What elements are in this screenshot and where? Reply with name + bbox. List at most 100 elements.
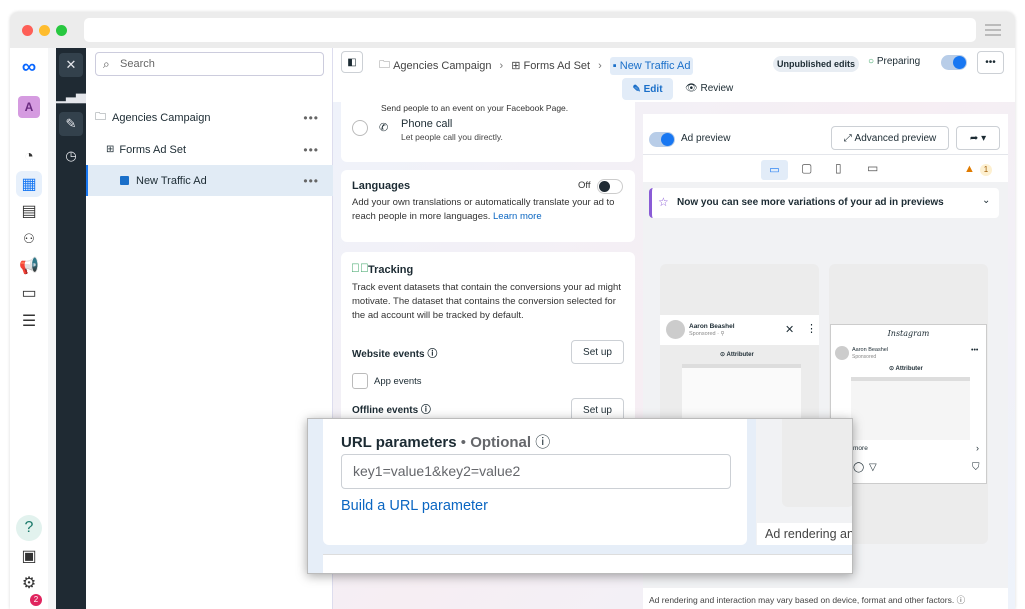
languages-toggle[interactable] bbox=[597, 179, 623, 194]
more-options-icon[interactable]: ••• bbox=[971, 347, 978, 354]
instagram-logo: Instagram bbox=[887, 329, 930, 338]
breadcrumb-ad-label: New Traffic Ad bbox=[619, 59, 691, 72]
ad-creative-image bbox=[851, 377, 970, 440]
pages-icon[interactable]: ▤ bbox=[16, 198, 42, 224]
event-option-desc: Send people to an event on your Facebook… bbox=[381, 103, 569, 113]
breadcrumb-ad[interactable]: ▪ New Traffic Ad bbox=[609, 56, 694, 75]
billing-icon[interactable]: ▭ bbox=[16, 280, 42, 306]
minimize-window-button[interactable] bbox=[39, 25, 50, 36]
close-icon[interactable]: ✕ bbox=[59, 53, 83, 77]
maximize-window-button[interactable] bbox=[56, 25, 67, 36]
left-rail: ∞ A ◔ ▦ ▤ ⚇ 📢 ▭ ☰ ? ▣ ⚙ 2 bbox=[10, 48, 48, 609]
status-badge: Unpublished edits bbox=[773, 56, 860, 72]
more-vertical-icon[interactable]: ⋮ bbox=[806, 322, 817, 335]
adset-icon: ⊞ bbox=[511, 60, 524, 72]
tree-item-label: Forms Ad Set bbox=[119, 143, 187, 156]
chevron-down-icon[interactable]: ⌄ bbox=[982, 195, 990, 206]
help-icon[interactable]: ? bbox=[16, 515, 42, 541]
vertical-format-icon[interactable]: ▯ bbox=[835, 161, 842, 175]
close-window-button[interactable] bbox=[22, 25, 33, 36]
breadcrumb-campaign[interactable]: Agencies Campaign bbox=[393, 60, 491, 72]
avatar bbox=[666, 320, 685, 339]
tab-review[interactable]: 👁 Review bbox=[685, 83, 733, 94]
horizontal-format-icon[interactable]: ▭ bbox=[867, 161, 878, 175]
tree-item-adset[interactable]: ⊞ Forms Ad Set ••• bbox=[86, 134, 333, 165]
more-options-icon[interactable]: ••• bbox=[303, 174, 319, 188]
audiences-icon[interactable]: ⚇ bbox=[16, 226, 42, 252]
app-events-checkbox[interactable] bbox=[352, 373, 368, 389]
comment-icon[interactable]: ◯ bbox=[853, 462, 864, 473]
dashboard-icon[interactable]: ◔ bbox=[16, 144, 42, 170]
url-parameters-card: URL parameters • Optional ⓘ key1=value1&… bbox=[323, 419, 747, 545]
menu-icon[interactable]: ☰ bbox=[16, 308, 42, 334]
banner-text: Now you can see more variations of your … bbox=[677, 197, 944, 208]
brand-logo: ⊙ Attributer bbox=[720, 352, 754, 358]
all-placements-icon[interactable]: ▭ bbox=[761, 160, 788, 180]
square-format-icon[interactable]: ▢ bbox=[801, 161, 812, 175]
share-dropdown-button[interactable]: ➦ ▾ bbox=[956, 126, 1000, 150]
tab-edit[interactable]: ✎ Edit bbox=[622, 78, 673, 100]
search-icon: ⌕ bbox=[103, 57, 110, 71]
meta-logo-icon[interactable]: ∞ bbox=[16, 54, 42, 80]
settings-icon[interactable]: ⚙ bbox=[16, 570, 42, 596]
history-icon[interactable]: ◷ bbox=[59, 144, 83, 168]
build-url-parameter-link[interactable]: Build a URL parameter bbox=[341, 498, 488, 514]
tree-item-label: New Traffic Ad bbox=[136, 174, 207, 187]
ad-icon: ▪ bbox=[612, 59, 620, 72]
ad-preview-toggle[interactable] bbox=[649, 132, 675, 147]
notification-badge: 2 bbox=[30, 594, 42, 606]
learn-more-link[interactable]: Learn more bbox=[493, 211, 542, 222]
more-link[interactable]: more bbox=[853, 445, 868, 452]
browser-menu-icon[interactable] bbox=[985, 24, 1001, 26]
url-parameters-input[interactable]: key1=value1&key2=value2 bbox=[341, 454, 731, 489]
eye-icon: 👁 bbox=[685, 83, 701, 94]
info-icon: ⓘ bbox=[427, 349, 438, 360]
ad-status-toggle[interactable] bbox=[941, 55, 967, 70]
breadcrumb-adset[interactable]: Forms Ad Set bbox=[523, 60, 590, 72]
advertiser-name: Aaron Beashel bbox=[689, 323, 735, 330]
info-icon: ⓘ bbox=[420, 405, 431, 416]
tree-item-ad[interactable]: New Traffic Ad ••• bbox=[86, 165, 333, 196]
tree-item-label: Agencies Campaign bbox=[112, 111, 211, 124]
preview-footer: Ad rendering and interaction may vary ba… bbox=[643, 588, 1008, 609]
account-avatar[interactable]: A bbox=[18, 96, 40, 118]
address-bar[interactable] bbox=[84, 18, 976, 42]
campaigns-icon[interactable]: ▦ bbox=[16, 171, 42, 197]
ads-megaphone-icon[interactable]: 📢 bbox=[16, 253, 42, 279]
destination-card: Send people to an event on your Facebook… bbox=[341, 102, 635, 162]
tracking-desc: Track event datasets that contain the co… bbox=[352, 282, 621, 321]
bookmark-icon[interactable]: ⛉ bbox=[972, 462, 980, 473]
share-icon: ➦ ▾ bbox=[969, 132, 987, 144]
variations-banner[interactable]: ☆ Now you can see more variations of you… bbox=[649, 188, 999, 218]
send-icon[interactable]: ▽ bbox=[869, 462, 877, 473]
website-events-setup-button[interactable]: Set up bbox=[571, 340, 624, 364]
toggle-panel-button[interactable]: ◧ bbox=[341, 51, 363, 73]
phone-call-title: Phone call bbox=[401, 118, 453, 130]
status-circle-icon: ○ bbox=[868, 56, 875, 67]
sponsored-label: Sponsored · ⚲ bbox=[689, 331, 725, 337]
title-bar bbox=[10, 12, 1015, 48]
languages-desc: Add your own translations or automatical… bbox=[352, 197, 615, 222]
status-text: ○ Preparing bbox=[868, 56, 921, 67]
chart-icon[interactable]: ▁▃▅ bbox=[56, 84, 86, 108]
search-input[interactable]: Search bbox=[95, 52, 324, 76]
phone-call-radio[interactable] bbox=[352, 120, 368, 136]
news-icon[interactable]: ▣ bbox=[16, 543, 42, 569]
adset-icon: ⊞ bbox=[106, 144, 115, 155]
chevron-right-icon[interactable]: › bbox=[976, 443, 979, 453]
more-actions-button[interactable]: ••• bbox=[977, 51, 1004, 74]
app-events-label: App events bbox=[374, 376, 422, 387]
breadcrumb: 🗀 Agencies Campaign › ⊞ Forms Ad Set › ▪… bbox=[379, 56, 694, 75]
editor-header: ◧ 🗀 Agencies Campaign › ⊞ Forms Ad Set ›… bbox=[333, 48, 1015, 102]
more-options-icon[interactable]: ••• bbox=[303, 143, 319, 157]
close-icon[interactable]: ✕ bbox=[785, 323, 794, 336]
folder-icon: 🗀 bbox=[95, 111, 106, 123]
tree-item-campaign[interactable]: 🗀 Agencies Campaign ••• bbox=[86, 102, 333, 133]
more-options-icon[interactable]: ••• bbox=[303, 111, 319, 125]
brand-logo: ⊙ Attributer bbox=[889, 366, 923, 372]
folder-icon: 🗀 bbox=[379, 59, 394, 71]
edit-icon[interactable]: ✎ bbox=[59, 112, 83, 136]
warning-icon[interactable]: ▲ bbox=[964, 163, 975, 175]
advanced-preview-button[interactable]: ⤢ Advanced preview bbox=[831, 126, 949, 150]
avatar bbox=[835, 346, 849, 360]
